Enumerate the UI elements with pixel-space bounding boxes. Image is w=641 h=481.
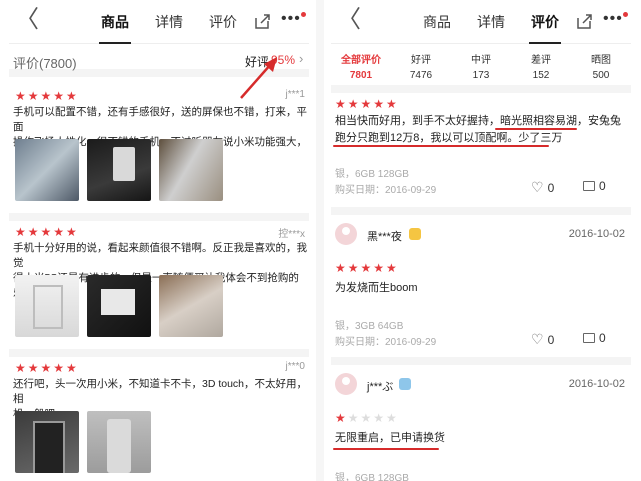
- like-button[interactable]: ♡ 0: [531, 331, 554, 348]
- back-icon[interactable]: 〈: [337, 8, 361, 32]
- review-username: j***0: [285, 361, 305, 372]
- star-rating: ★★★★★: [335, 261, 399, 275]
- list-item: ★★★★★ 相当快而好用，到手不太好握持，暗光照相容易湖，安兔兔 跑分只跑到12…: [331, 93, 631, 205]
- tab-bar: 商品 详情 评价: [99, 0, 237, 44]
- share-icon[interactable]: [253, 12, 271, 30]
- review-photo[interactable]: [159, 139, 223, 201]
- list-item: j***ぶ 2016-10-02 ★★★★★ 无限重启，已申请换货 银，6GB …: [331, 365, 631, 481]
- review-filter-bar: 全部评价 7801 好评 7476 中评 173 差评 152 晒图 500: [331, 45, 631, 93]
- tab-product[interactable]: 商品: [99, 0, 131, 44]
- review-photo[interactable]: [15, 275, 79, 337]
- divider: [9, 213, 309, 221]
- divider: [331, 207, 631, 215]
- heart-icon: ♡: [531, 331, 544, 347]
- review-count: 评价(7800): [13, 56, 77, 71]
- list-item: ★★★★★ 控***x 手机十分好用的说，看起来颜值很不错啊。反正我是喜欢的，我…: [9, 221, 309, 349]
- more-icon[interactable]: •••: [603, 10, 628, 28]
- star-rating: ★★★★★: [15, 225, 79, 239]
- avatar[interactable]: [335, 223, 357, 245]
- review-username: 控***x: [278, 229, 305, 240]
- product-spec: 银，6GB 128GB: [335, 169, 409, 180]
- filter-all[interactable]: 全部评价 7801: [331, 45, 391, 85]
- review-username: 黑***夜: [367, 231, 402, 243]
- avatar[interactable]: [335, 373, 357, 395]
- annotation-underline: [495, 128, 577, 130]
- top-nav: 〈 商品 详情 评价 •••: [331, 0, 631, 44]
- right-screen: 〈 商品 详情 评价 ••• 全部评价 7801 好评 7476 中评 173 差评 1…: [331, 0, 631, 481]
- heart-icon: ♡: [531, 179, 544, 195]
- list-item: ★★★★★ j***0 还行吧，头一次用小米，不知道卡不卡，3D touch，不…: [9, 357, 309, 481]
- review-username: j***ぶ: [367, 381, 394, 393]
- share-icon[interactable]: [575, 12, 593, 30]
- annotation-underline: [333, 448, 439, 450]
- review-photos: [15, 411, 151, 473]
- annotation-arrow: [240, 57, 277, 99]
- tab-reviews[interactable]: 评价: [529, 0, 561, 44]
- review-text: 无限重启，已申请换货: [335, 432, 445, 444]
- comment-icon: [583, 181, 595, 191]
- chevron-right-icon[interactable]: ›: [299, 51, 303, 66]
- filter-photos[interactable]: 晒图 500: [571, 45, 631, 85]
- review-photo[interactable]: [87, 139, 151, 201]
- review-photos: [15, 139, 223, 201]
- like-button[interactable]: ♡ 0: [531, 179, 554, 196]
- notification-dot: [622, 12, 628, 17]
- filter-negative[interactable]: 差评 152: [511, 45, 571, 85]
- review-date: 2016-10-02: [568, 378, 625, 390]
- review-date: 2016-10-02: [568, 228, 625, 240]
- purchase-date: 购买日期：2016-09-29: [335, 337, 437, 348]
- top-nav: 〈 商品 详情 评价 •••: [9, 0, 309, 44]
- back-icon[interactable]: 〈: [15, 8, 39, 32]
- tab-product[interactable]: 商品: [423, 0, 451, 44]
- comment-icon: [583, 333, 595, 343]
- review-photo[interactable]: [87, 275, 151, 337]
- member-badge-icon: [399, 378, 411, 390]
- review-username: j***1: [285, 89, 305, 100]
- purchase-date: 购买日期：2016-09-29: [335, 185, 437, 196]
- star-rating: ★★★★★: [15, 361, 79, 375]
- review-text: 为发烧而生boom: [335, 282, 418, 294]
- annotation-underline: [333, 145, 549, 147]
- star-rating: ★★★★★: [335, 411, 399, 425]
- more-icon[interactable]: •••: [281, 10, 306, 28]
- list-item: 黑***夜 2016-10-02 ★★★★★ 为发烧而生boom 银，3GB 6…: [331, 215, 631, 355]
- product-spec: 银，3GB 64GB: [335, 321, 404, 332]
- notification-dot: [300, 12, 306, 17]
- review-photo[interactable]: [15, 411, 79, 473]
- list-item: ★★★★★ j***1 手机可以配置不错，还有手感很好，送的屏保也不错，打来，平…: [9, 85, 309, 213]
- filter-neutral[interactable]: 中评 173: [451, 45, 511, 85]
- tab-reviews[interactable]: 评价: [209, 0, 237, 44]
- divider: [9, 349, 309, 357]
- comment-button[interactable]: 0: [583, 179, 606, 193]
- review-photo[interactable]: [87, 411, 151, 473]
- review-photo[interactable]: [159, 275, 223, 337]
- review-photo[interactable]: [15, 139, 79, 201]
- star-rating: ★★★★★: [15, 89, 79, 103]
- star-rating: ★★★★★: [335, 97, 399, 111]
- comment-button[interactable]: 0: [583, 331, 606, 345]
- review-text: 相当快而好用，到手不太好握持，暗光照相容易湖，安兔兔 跑分只跑到12万8，我以可…: [335, 115, 621, 144]
- review-photos: [15, 275, 223, 337]
- tab-bar: 商品 详情 评价: [423, 0, 561, 44]
- divider: [316, 0, 324, 481]
- member-badge-icon: [409, 228, 421, 240]
- filter-positive[interactable]: 好评 7476: [391, 45, 451, 85]
- left-screen: 〈 商品 详情 评价 ••• 评价(7800) 好评 95% › ★★★★★ j…: [9, 0, 309, 481]
- tab-details[interactable]: 详情: [477, 0, 505, 44]
- product-spec: 银，6GB 128GB: [335, 473, 409, 481]
- tab-details[interactable]: 详情: [155, 0, 183, 44]
- divider: [331, 357, 631, 365]
